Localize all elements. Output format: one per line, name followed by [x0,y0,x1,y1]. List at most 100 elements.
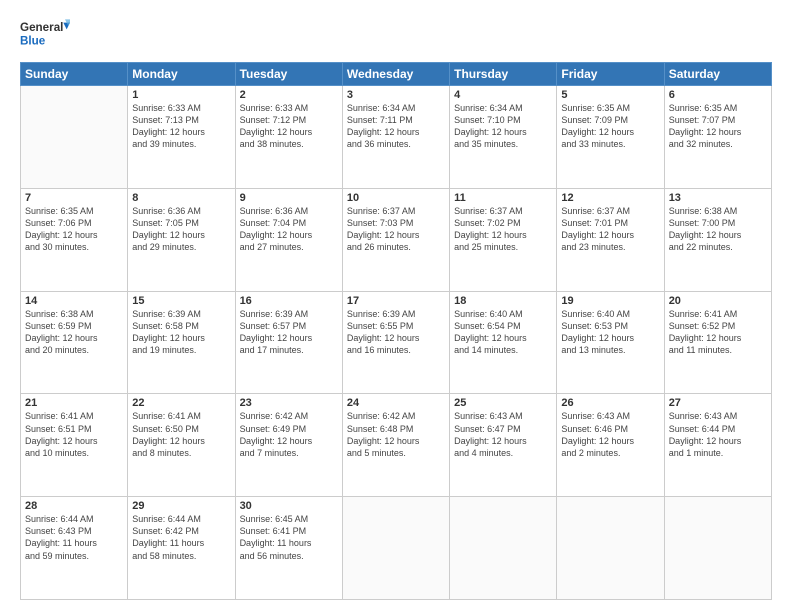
day-info: Sunrise: 6:37 AM Sunset: 7:01 PM Dayligh… [561,205,659,254]
calendar-cell: 21Sunrise: 6:41 AM Sunset: 6:51 PM Dayli… [21,394,128,497]
day-info: Sunrise: 6:42 AM Sunset: 6:48 PM Dayligh… [347,410,445,459]
week-row-4: 21Sunrise: 6:41 AM Sunset: 6:51 PM Dayli… [21,394,772,497]
week-row-5: 28Sunrise: 6:44 AM Sunset: 6:43 PM Dayli… [21,497,772,600]
header: General Blue [20,16,772,56]
day-info: Sunrise: 6:39 AM Sunset: 6:58 PM Dayligh… [132,308,230,357]
calendar-cell: 7Sunrise: 6:35 AM Sunset: 7:06 PM Daylig… [21,188,128,291]
day-info: Sunrise: 6:35 AM Sunset: 7:07 PM Dayligh… [669,102,767,151]
day-number: 19 [561,295,659,307]
day-number: 23 [240,397,338,409]
calendar-cell [342,497,449,600]
day-info: Sunrise: 6:41 AM Sunset: 6:50 PM Dayligh… [132,410,230,459]
day-number: 11 [454,192,552,204]
calendar-cell: 23Sunrise: 6:42 AM Sunset: 6:49 PM Dayli… [235,394,342,497]
week-row-2: 7Sunrise: 6:35 AM Sunset: 7:06 PM Daylig… [21,188,772,291]
day-info: Sunrise: 6:44 AM Sunset: 6:43 PM Dayligh… [25,513,123,562]
calendar-cell: 25Sunrise: 6:43 AM Sunset: 6:47 PM Dayli… [450,394,557,497]
day-number: 28 [25,500,123,512]
day-number: 6 [669,89,767,101]
day-info: Sunrise: 6:44 AM Sunset: 6:42 PM Dayligh… [132,513,230,562]
day-number: 15 [132,295,230,307]
calendar-cell: 22Sunrise: 6:41 AM Sunset: 6:50 PM Dayli… [128,394,235,497]
day-number: 8 [132,192,230,204]
day-info: Sunrise: 6:43 AM Sunset: 6:47 PM Dayligh… [454,410,552,459]
week-row-1: 1Sunrise: 6:33 AM Sunset: 7:13 PM Daylig… [21,86,772,189]
logo: General Blue [20,16,70,56]
day-info: Sunrise: 6:42 AM Sunset: 6:49 PM Dayligh… [240,410,338,459]
day-number: 12 [561,192,659,204]
day-number: 9 [240,192,338,204]
day-number: 14 [25,295,123,307]
day-info: Sunrise: 6:45 AM Sunset: 6:41 PM Dayligh… [240,513,338,562]
logo-svg: General Blue [20,16,70,56]
weekday-header-thursday: Thursday [450,63,557,86]
day-number: 24 [347,397,445,409]
weekday-header-tuesday: Tuesday [235,63,342,86]
day-info: Sunrise: 6:37 AM Sunset: 7:02 PM Dayligh… [454,205,552,254]
day-number: 10 [347,192,445,204]
calendar-cell: 26Sunrise: 6:43 AM Sunset: 6:46 PM Dayli… [557,394,664,497]
day-info: Sunrise: 6:36 AM Sunset: 7:04 PM Dayligh… [240,205,338,254]
calendar-cell: 8Sunrise: 6:36 AM Sunset: 7:05 PM Daylig… [128,188,235,291]
calendar-cell: 13Sunrise: 6:38 AM Sunset: 7:00 PM Dayli… [664,188,771,291]
calendar-cell [21,86,128,189]
svg-text:Blue: Blue [20,34,46,47]
calendar-cell: 24Sunrise: 6:42 AM Sunset: 6:48 PM Dayli… [342,394,449,497]
calendar-cell: 14Sunrise: 6:38 AM Sunset: 6:59 PM Dayli… [21,291,128,394]
calendar-cell: 17Sunrise: 6:39 AM Sunset: 6:55 PM Dayli… [342,291,449,394]
day-number: 1 [132,89,230,101]
day-info: Sunrise: 6:39 AM Sunset: 6:55 PM Dayligh… [347,308,445,357]
day-number: 27 [669,397,767,409]
weekday-header-monday: Monday [128,63,235,86]
day-number: 13 [669,192,767,204]
calendar-cell: 6Sunrise: 6:35 AM Sunset: 7:07 PM Daylig… [664,86,771,189]
calendar-cell: 16Sunrise: 6:39 AM Sunset: 6:57 PM Dayli… [235,291,342,394]
calendar-cell: 4Sunrise: 6:34 AM Sunset: 7:10 PM Daylig… [450,86,557,189]
calendar-cell: 1Sunrise: 6:33 AM Sunset: 7:13 PM Daylig… [128,86,235,189]
calendar-cell [664,497,771,600]
day-number: 29 [132,500,230,512]
day-number: 25 [454,397,552,409]
calendar-cell: 2Sunrise: 6:33 AM Sunset: 7:12 PM Daylig… [235,86,342,189]
calendar-cell: 30Sunrise: 6:45 AM Sunset: 6:41 PM Dayli… [235,497,342,600]
svg-text:General: General [20,21,63,34]
day-info: Sunrise: 6:38 AM Sunset: 7:00 PM Dayligh… [669,205,767,254]
day-info: Sunrise: 6:40 AM Sunset: 6:53 PM Dayligh… [561,308,659,357]
day-number: 16 [240,295,338,307]
calendar-table: SundayMondayTuesdayWednesdayThursdayFrid… [20,62,772,600]
calendar-cell: 27Sunrise: 6:43 AM Sunset: 6:44 PM Dayli… [664,394,771,497]
weekday-header-sunday: Sunday [21,63,128,86]
calendar-cell: 29Sunrise: 6:44 AM Sunset: 6:42 PM Dayli… [128,497,235,600]
day-number: 18 [454,295,552,307]
day-info: Sunrise: 6:41 AM Sunset: 6:52 PM Dayligh… [669,308,767,357]
day-number: 7 [25,192,123,204]
calendar-cell: 19Sunrise: 6:40 AM Sunset: 6:53 PM Dayli… [557,291,664,394]
day-number: 20 [669,295,767,307]
day-info: Sunrise: 6:41 AM Sunset: 6:51 PM Dayligh… [25,410,123,459]
calendar-cell: 11Sunrise: 6:37 AM Sunset: 7:02 PM Dayli… [450,188,557,291]
week-row-3: 14Sunrise: 6:38 AM Sunset: 6:59 PM Dayli… [21,291,772,394]
day-number: 3 [347,89,445,101]
day-number: 22 [132,397,230,409]
day-info: Sunrise: 6:38 AM Sunset: 6:59 PM Dayligh… [25,308,123,357]
calendar-cell: 5Sunrise: 6:35 AM Sunset: 7:09 PM Daylig… [557,86,664,189]
day-info: Sunrise: 6:43 AM Sunset: 6:44 PM Dayligh… [669,410,767,459]
day-info: Sunrise: 6:36 AM Sunset: 7:05 PM Dayligh… [132,205,230,254]
day-number: 21 [25,397,123,409]
calendar-cell: 9Sunrise: 6:36 AM Sunset: 7:04 PM Daylig… [235,188,342,291]
weekday-header-wednesday: Wednesday [342,63,449,86]
calendar-cell: 28Sunrise: 6:44 AM Sunset: 6:43 PM Dayli… [21,497,128,600]
weekday-header-row: SundayMondayTuesdayWednesdayThursdayFrid… [21,63,772,86]
calendar-cell [450,497,557,600]
day-info: Sunrise: 6:43 AM Sunset: 6:46 PM Dayligh… [561,410,659,459]
day-info: Sunrise: 6:34 AM Sunset: 7:10 PM Dayligh… [454,102,552,151]
day-info: Sunrise: 6:35 AM Sunset: 7:09 PM Dayligh… [561,102,659,151]
calendar-cell: 10Sunrise: 6:37 AM Sunset: 7:03 PM Dayli… [342,188,449,291]
day-number: 30 [240,500,338,512]
calendar-cell: 15Sunrise: 6:39 AM Sunset: 6:58 PM Dayli… [128,291,235,394]
calendar-cell: 12Sunrise: 6:37 AM Sunset: 7:01 PM Dayli… [557,188,664,291]
day-number: 5 [561,89,659,101]
day-number: 17 [347,295,445,307]
day-info: Sunrise: 6:40 AM Sunset: 6:54 PM Dayligh… [454,308,552,357]
day-info: Sunrise: 6:33 AM Sunset: 7:13 PM Dayligh… [132,102,230,151]
